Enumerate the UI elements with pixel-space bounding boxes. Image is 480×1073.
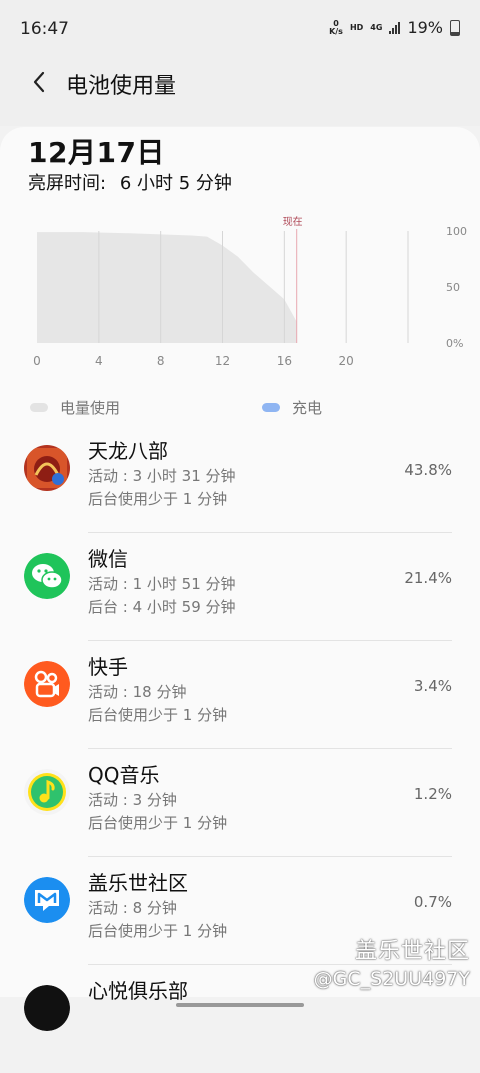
app-row-tianlong[interactable]: 天龙八部 活动 : 3 小时 31 分钟 后台使用少于 1 分钟 43.8%: [0, 425, 480, 533]
screen-time-value: 6 小时 5 分钟: [119, 173, 232, 194]
x-tick-label: 0: [33, 354, 41, 368]
legend-charge: 充电: [262, 397, 322, 418]
app-row-wechat[interactable]: 微信 活动 : 1 小时 51 分钟 后台 : 4 小时 59 分钟 21.4%: [0, 533, 480, 641]
legend-usage-label: 电量使用: [60, 399, 121, 417]
legend-usage-swatch: [30, 403, 48, 412]
net-speed: 0 K/s: [329, 18, 343, 36]
battery-level-area: [37, 232, 297, 343]
app-bar: 电池使用量: [0, 56, 480, 126]
galaxy-community-icon: [24, 877, 70, 923]
legend-usage: 电量使用: [30, 397, 120, 418]
signal-icon: [389, 21, 401, 34]
status-icons: 0 K/s HD 4G 19%: [329, 18, 460, 37]
app-row-kuaishou[interactable]: 快手 活动 : 18 分钟 后台使用少于 1 分钟 3.4%: [0, 641, 480, 749]
legend-charge-label: 充电: [292, 399, 323, 417]
battery-usage-card: 12月17日 亮屏时间: 6 小时 5 分钟 现在 0 4 8 12 16 20 100 50 0…: [0, 127, 480, 1031]
x-tick-label: 16: [277, 354, 292, 368]
status-bar: 16:47 0 K/s HD 4G 19%: [0, 0, 480, 56]
page-title: 电池使用量: [66, 74, 177, 99]
now-label: 现在: [283, 216, 303, 228]
app-row-qqmusic[interactable]: QQ音乐 活动 : 3 分钟 后台使用少于 1 分钟 1.2%: [0, 749, 480, 857]
y-tick-label: 0%: [446, 337, 463, 350]
usage-date: 12月17日: [28, 136, 165, 169]
app-background-time: 后台 : 4 小时 59 分钟: [88, 598, 236, 616]
app-background-time: 后台使用少于 1 分钟: [88, 922, 228, 940]
screen-time: 亮屏时间: 6 小时 5 分钟: [28, 169, 232, 195]
app-background-time: 后台使用少于 1 分钟: [88, 490, 228, 508]
battery-percent: 19%: [407, 18, 443, 37]
tianlong-game-icon: [24, 445, 70, 491]
legend-charge-swatch: [262, 403, 280, 412]
qq-music-icon: [24, 769, 70, 815]
status-time: 16:47: [20, 19, 69, 39]
app-percent: 43.8%: [404, 461, 452, 479]
battery-chart[interactable]: 现在 0 4 8 12 16 20 100 50 0%: [24, 213, 476, 373]
app-name: 快手: [88, 655, 128, 679]
x-tick-label: 4: [95, 354, 103, 368]
back-arrow-icon[interactable]: [28, 70, 52, 94]
app-name: 天龙八部: [88, 439, 168, 463]
app-active-time: 活动 : 3 分钟: [88, 791, 177, 809]
watermark-site: 盖乐世社区: [354, 939, 470, 964]
app-percent: 21.4%: [404, 569, 452, 587]
app-name: 心悦俱乐部: [88, 979, 188, 1003]
app-percent: 3.4%: [413, 677, 452, 695]
app-active-time: 活动 : 3 小时 31 分钟: [88, 467, 236, 485]
xinyue-club-icon: [24, 985, 70, 1031]
hd-icon: HD: [349, 22, 364, 32]
app-active-time: 活动 : 8 分钟: [88, 899, 177, 917]
network-type-icon: 4G: [370, 22, 383, 32]
app-name: QQ音乐: [88, 763, 160, 787]
x-tick-label: 20: [339, 354, 354, 368]
x-tick-label: 12: [215, 354, 230, 368]
wechat-icon: [24, 553, 70, 599]
app-name: 盖乐世社区: [88, 871, 188, 895]
screen-time-label: 亮屏时间:: [28, 173, 107, 194]
watermark-user: @GC_S2UU497Y: [313, 968, 470, 990]
app-background-time: 后台使用少于 1 分钟: [88, 814, 228, 832]
app-background-time: 后台使用少于 1 分钟: [88, 706, 228, 724]
app-percent: 1.2%: [413, 785, 452, 803]
battery-icon: [450, 19, 460, 36]
app-active-time: 活动 : 18 分钟: [88, 683, 187, 701]
app-percent: 0.7%: [413, 893, 452, 911]
home-indicator[interactable]: [176, 1003, 304, 1007]
app-active-time: 活动 : 1 小时 51 分钟: [88, 575, 236, 593]
y-tick-label: 50: [446, 281, 460, 294]
app-name: 微信: [88, 547, 128, 571]
kuaishou-icon: [24, 661, 70, 707]
x-tick-label: 8: [157, 354, 165, 368]
y-tick-label: 100: [446, 225, 467, 238]
